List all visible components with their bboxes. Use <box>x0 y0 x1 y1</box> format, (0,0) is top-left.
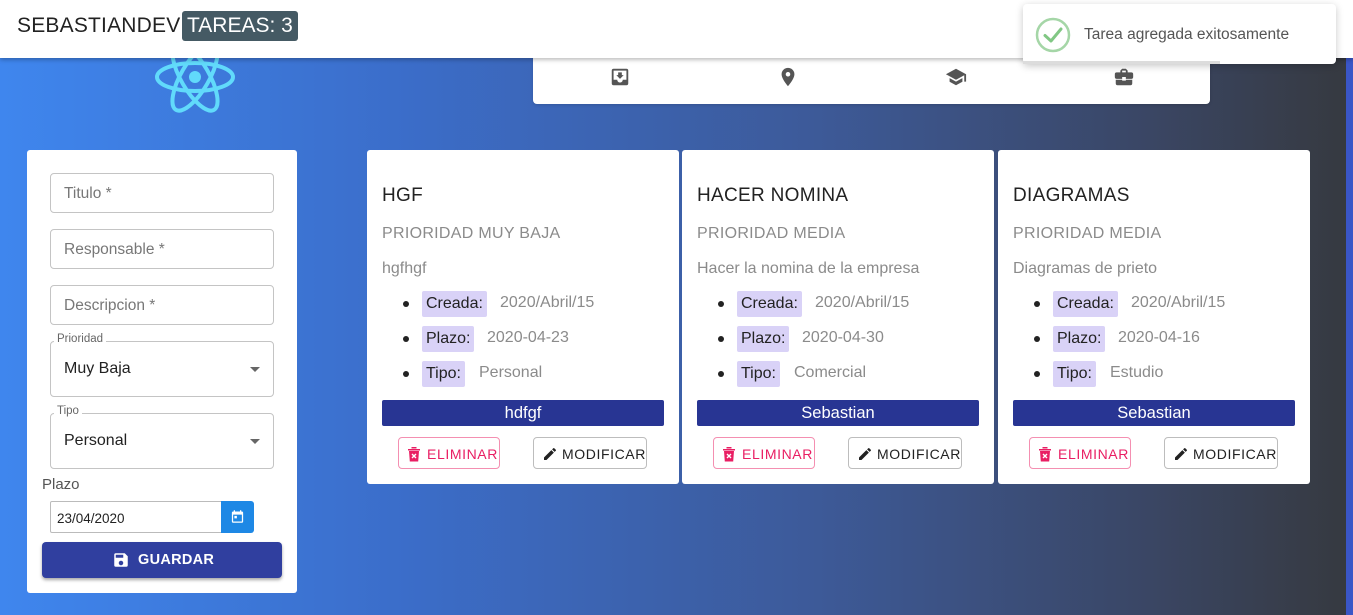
modify-label: MODIFICAR <box>562 446 646 462</box>
prioridad-label: Prioridad <box>54 333 107 345</box>
location-pin-icon[interactable] <box>777 66 799 88</box>
responsable-placeholder: Responsable * <box>64 241 165 258</box>
type-chip: Tipo: <box>1053 361 1096 387</box>
delete-label: ELIMINAR <box>427 446 498 462</box>
descripcion-placeholder: Descripcion * <box>64 297 156 314</box>
floppy-disk-icon <box>114 553 128 567</box>
inbox-icon[interactable] <box>609 66 631 88</box>
delete-icon <box>723 447 735 462</box>
modify-button[interactable]: MODIFICAR <box>533 437 647 469</box>
task-title: DIAGRAMAS <box>1013 185 1130 206</box>
bullet <box>1034 371 1040 377</box>
delete-icon <box>1039 447 1051 462</box>
plazo-date-input[interactable]: 23/04/2020 <box>50 501 222 533</box>
created-chip: Creada: <box>422 291 487 317</box>
calendar-button[interactable] <box>221 501 254 533</box>
created-value: 2020/Abril/15 <box>815 294 910 311</box>
task-owner: Sebastian <box>697 400 979 426</box>
bullet <box>403 336 409 342</box>
bullet <box>1034 336 1040 342</box>
task-priority: PRIORIDAD MEDIA <box>1013 225 1162 242</box>
task-description: Diagramas de prieto <box>1013 260 1158 277</box>
created-value: 2020/Abril/15 <box>1131 294 1226 311</box>
save-label: GUARDAR <box>138 552 215 568</box>
bullet <box>403 371 409 377</box>
task-description: Hacer la nomina de la empresa <box>697 260 920 277</box>
type-value: Personal <box>479 364 543 381</box>
task-priority: PRIORIDAD MEDIA <box>697 225 846 242</box>
type-value: Comercial <box>794 364 867 381</box>
titulo-placeholder: Titulo * <box>64 185 112 202</box>
bullet <box>718 371 724 377</box>
task-title: HACER NOMINA <box>697 185 849 206</box>
deadline-value: 2020-04-30 <box>802 329 884 346</box>
task-title: HGF <box>382 185 424 206</box>
delete-icon <box>408 447 420 462</box>
scroll-edge <box>1346 36 1353 615</box>
react-logo-icon <box>155 50 235 113</box>
bullet <box>403 301 409 307</box>
bullet <box>1034 301 1040 307</box>
tipo-select[interactable]: Tipo Personal <box>50 405 274 469</box>
task-description: hgfhgf <box>382 260 427 277</box>
created-value: 2020/Abril/15 <box>500 294 595 311</box>
delete-label: ELIMINAR <box>742 446 813 462</box>
descripcion-input[interactable]: Descripcion * <box>50 285 274 325</box>
deadline-value: 2020-04-16 <box>1118 329 1200 346</box>
task-form: Titulo * Responsable * Descripcion * Pri… <box>27 150 297 593</box>
pencil-icon <box>859 447 872 460</box>
bullet <box>718 301 724 307</box>
prioridad-select[interactable]: Prioridad Muy Baja <box>50 333 274 397</box>
deadline-chip: Plazo: <box>1053 326 1106 352</box>
delete-button[interactable]: ELIMINAR <box>1029 437 1131 469</box>
modify-button[interactable]: MODIFICAR <box>848 437 962 469</box>
prioridad-value: Muy Baja <box>64 360 131 377</box>
delete-label: ELIMINAR <box>1058 446 1129 462</box>
task-owner: hdfgf <box>382 400 664 426</box>
bullet <box>718 336 724 342</box>
task-card: DIAGRAMAS PRIORIDAD MEDIA Diagramas de p… <box>998 150 1310 484</box>
tipo-value: Personal <box>64 432 128 449</box>
toast-progress-bar <box>1023 61 1220 64</box>
task-owner: Sebastian <box>1013 400 1295 426</box>
deadline-value: 2020-04-23 <box>487 329 569 346</box>
created-chip: Creada: <box>737 291 802 317</box>
tipo-label: Tipo <box>54 405 82 417</box>
graduation-cap-icon[interactable] <box>945 66 967 88</box>
titulo-input[interactable]: Titulo * <box>50 173 274 213</box>
modify-label: MODIFICAR <box>1193 446 1277 462</box>
plazo-label: Plazo <box>42 476 80 493</box>
task-card: HGF PRIORIDAD MUY BAJA hgfhgf Creada: 20… <box>367 150 679 484</box>
deadline-chip: Plazo: <box>737 326 790 352</box>
deadline-chip: Plazo: <box>422 326 475 352</box>
delete-button[interactable]: ELIMINAR <box>398 437 500 469</box>
success-toast[interactable]: Tarea agregada exitosamente <box>1023 4 1336 64</box>
save-button[interactable]: GUARDAR <box>42 542 282 578</box>
chevron-down-icon <box>250 439 260 444</box>
task-priority: PRIORIDAD MUY BAJA <box>382 225 561 242</box>
type-chip: Tipo: <box>737 361 780 387</box>
brand-title: SEBASTIANDEV <box>17 14 181 37</box>
check-circle-icon <box>1035 17 1071 53</box>
pencil-icon <box>544 447 557 460</box>
chevron-down-icon <box>250 367 260 372</box>
responsable-input[interactable]: Responsable * <box>50 229 274 269</box>
briefcase-icon[interactable] <box>1113 66 1135 88</box>
pencil-icon <box>1175 447 1188 460</box>
calendar-icon <box>231 510 244 523</box>
tasks-count-badge: TAREAS: 3 <box>182 11 298 41</box>
modify-button[interactable]: MODIFICAR <box>1164 437 1278 469</box>
delete-button[interactable]: ELIMINAR <box>713 437 815 469</box>
task-card: HACER NOMINA PRIORIDAD MEDIA Hacer la no… <box>682 150 994 484</box>
created-chip: Creada: <box>1053 291 1118 317</box>
modify-label: MODIFICAR <box>877 446 961 462</box>
toast-message: Tarea agregada exitosamente <box>1084 26 1290 43</box>
type-chip: Tipo: <box>422 361 465 387</box>
type-value: Estudio <box>1110 364 1164 381</box>
